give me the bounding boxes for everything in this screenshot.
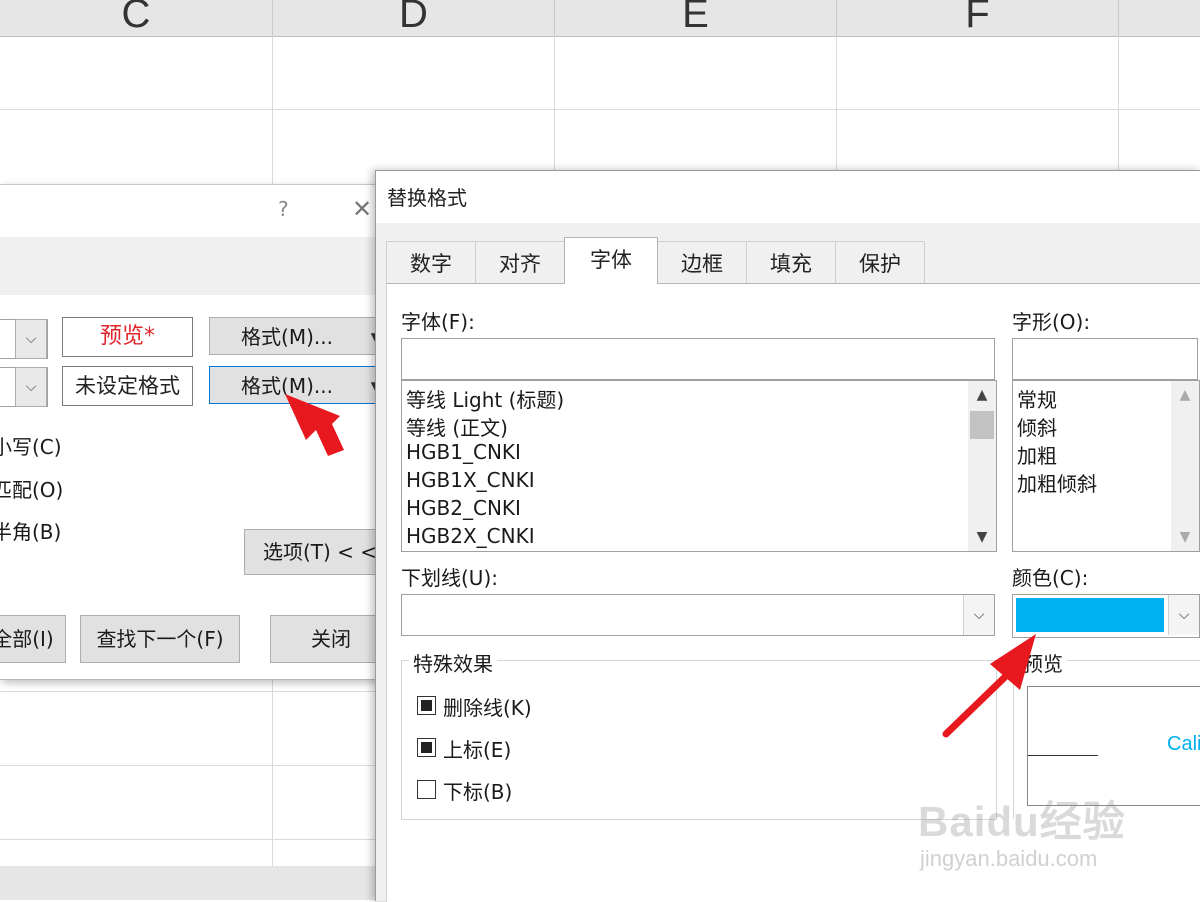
tab-font[interactable]: 字体 (564, 237, 658, 284)
annotation-arrow-icon (285, 394, 344, 456)
annotation-layer (285, 394, 1036, 738)
annotation-arrow-icon (942, 634, 1036, 738)
